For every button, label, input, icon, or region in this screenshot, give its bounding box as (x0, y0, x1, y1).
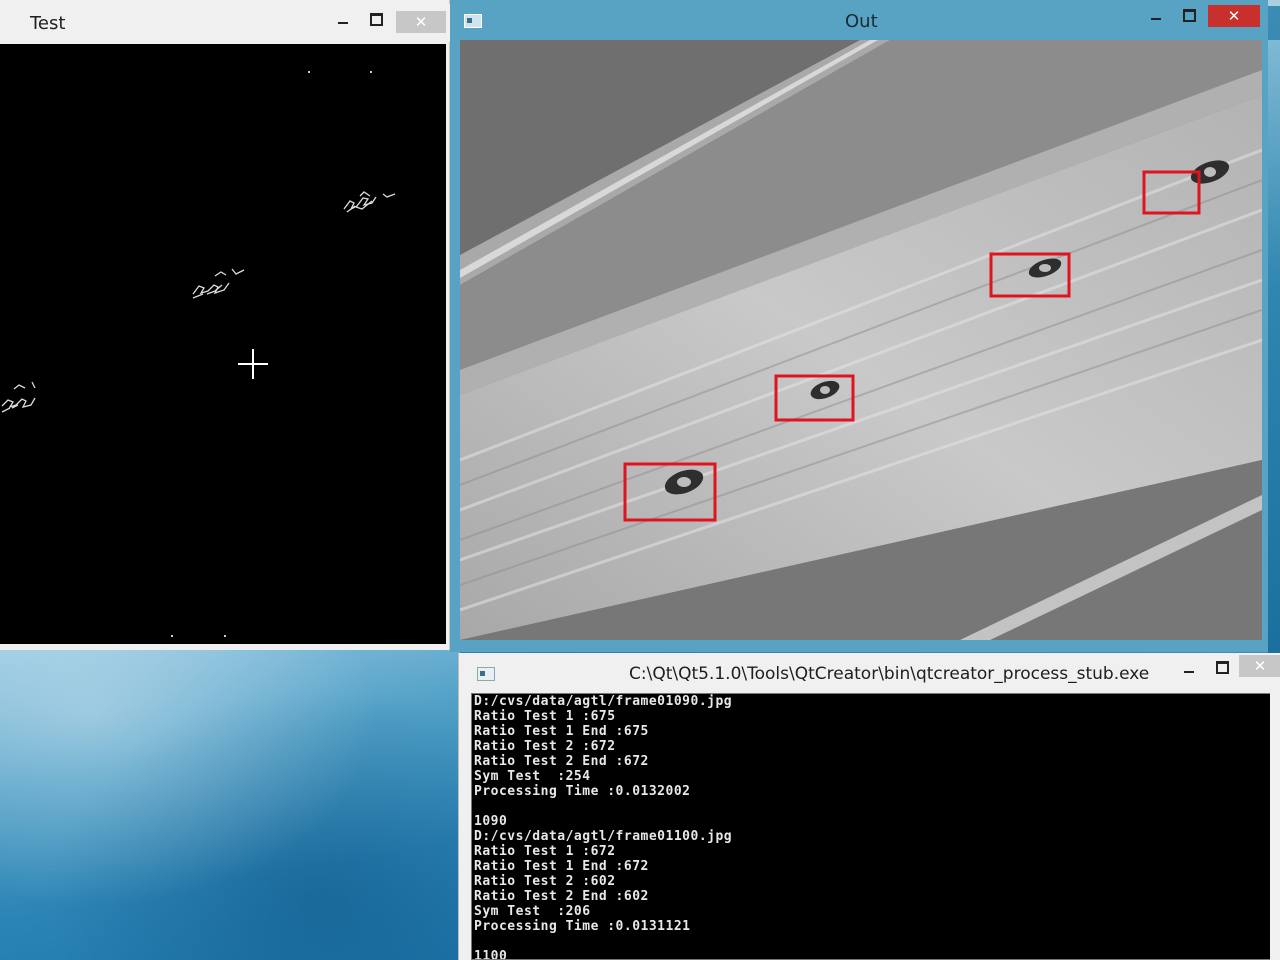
console-line: 1090 (474, 814, 508, 829)
console-line: Sym Test :206 (474, 904, 591, 919)
console-scrollbar[interactable] (1270, 693, 1280, 960)
out-window[interactable]: Out ✕ (450, 0, 1268, 652)
console-window[interactable]: C:\Qt\Qt5.1.0\Tools\QtCreator\bin\qtcrea… (458, 653, 1280, 960)
edge-map (1, 71, 396, 637)
console-output[interactable]: D:/cvs/data/agtl/frame01090.jpg Ratio Te… (471, 693, 1271, 960)
console-line: D:/cvs/data/agtl/frame01100.jpg (474, 829, 733, 844)
minimize-icon[interactable] (1176, 662, 1202, 682)
console-line: Sym Test :254 (474, 769, 591, 784)
test-window[interactable]: Test ✕ (0, 0, 450, 650)
test-window-title: Test (30, 13, 66, 34)
close-icon[interactable]: ✕ (396, 11, 446, 33)
console-line: Ratio Test 2 End :672 (474, 754, 649, 769)
console-line: 1100 (474, 949, 508, 960)
minimize-icon[interactable] (1143, 9, 1169, 29)
crosshair-cursor-icon (238, 349, 268, 379)
aerial-road-image (460, 40, 1262, 640)
console-line: Processing Time :0.0132002 (474, 784, 691, 799)
minimize-icon[interactable] (330, 13, 356, 33)
close-icon[interactable]: ✕ (1208, 5, 1260, 27)
test-titlebar[interactable]: Test ✕ (0, 4, 450, 42)
console-line: Ratio Test 1 :672 (474, 844, 616, 859)
console-line: Processing Time :0.0131121 (474, 919, 691, 934)
maximize-icon[interactable] (1176, 5, 1202, 25)
console-line: Ratio Test 1 End :672 (474, 859, 649, 874)
console-line: Ratio Test 2 End :602 (474, 889, 649, 904)
desktop-wallpaper-edge (1268, 40, 1280, 660)
console-line: D:/cvs/data/agtl/frame01090.jpg (474, 694, 733, 709)
maximize-icon[interactable] (1209, 657, 1235, 677)
maximize-icon[interactable] (363, 9, 389, 29)
desktop-wallpaper (0, 650, 460, 960)
out-image-canvas (460, 40, 1262, 640)
test-image-canvas (0, 44, 446, 644)
console-line: Ratio Test 2 :672 (474, 739, 616, 754)
console-line: Ratio Test 1 :675 (474, 709, 616, 724)
out-window-title: Out (845, 11, 878, 32)
console-window-title: C:\Qt\Qt5.1.0\Tools\QtCreator\bin\qtcrea… (629, 664, 1150, 684)
close-icon[interactable]: ✕ (1239, 655, 1280, 677)
console-line: Ratio Test 1 End :675 (474, 724, 649, 739)
window-system-icon[interactable] (464, 14, 482, 28)
console-line: Ratio Test 2 :602 (474, 874, 616, 889)
window-system-icon[interactable] (477, 667, 495, 681)
